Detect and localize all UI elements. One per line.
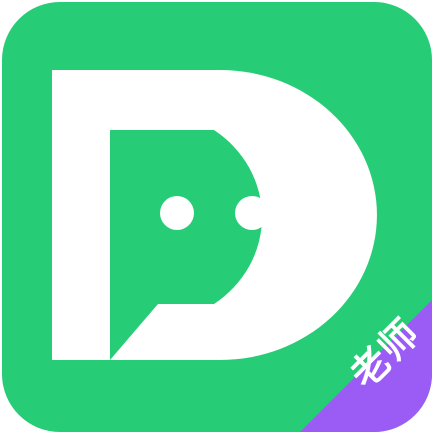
dot-right (235, 196, 269, 230)
app-icon[interactable]: 老师 (0, 0, 434, 434)
dot-left (160, 196, 194, 230)
